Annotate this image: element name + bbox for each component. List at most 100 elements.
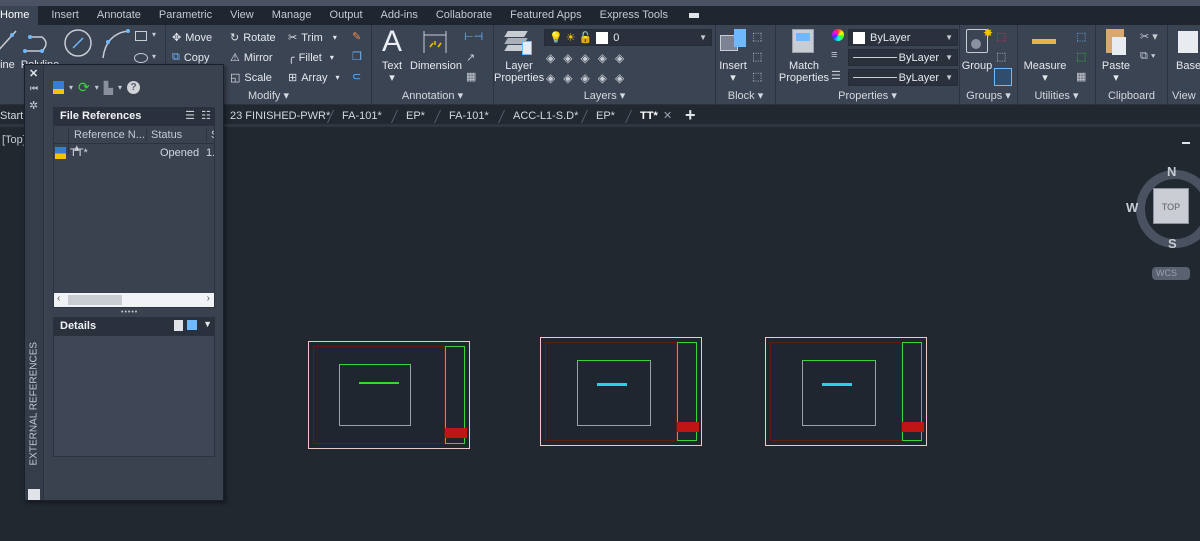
edit-attributes-icon[interactable]: ⬚ [752,70,762,83]
scroll-thumb[interactable] [68,295,122,305]
scroll-right-icon[interactable]: › [207,293,210,304]
layer-unlock-icon[interactable]: ◈ [598,71,607,85]
close-icon[interactable]: ✕ [29,67,38,80]
attach-dwg-icon[interactable] [53,81,64,94]
ellipse-dropdown-icon[interactable]: ▾ [152,52,156,61]
change-path-dropdown-icon[interactable]: ▾ [118,83,122,92]
doc-tab-2[interactable]: FA-101* [342,105,382,127]
layers-panel-title[interactable]: Layers ▾ [494,89,715,103]
doc-tab-4[interactable]: FA-101* [449,105,489,127]
layer-state-icon[interactable]: ◈ [615,51,624,65]
group-icon[interactable]: ✸ [966,26,993,53]
viewcube-west[interactable]: W [1126,200,1138,215]
doc-tab-0[interactable]: Start [0,105,23,127]
measure-button[interactable]: Measure ▾ [1018,60,1072,84]
doc-tab-1[interactable]: 23 FINISHED-PWR* [230,105,330,127]
block-panel-title[interactable]: Block ▾ [716,89,775,103]
attach-dropdown-icon[interactable]: ▾ [69,83,73,92]
group-edit-icon[interactable]: ⬚ [996,50,1006,63]
match-properties-button[interactable]: Match Properties [776,60,832,84]
create-block-icon[interactable]: ⬚ [752,30,762,43]
table-row[interactable]: TT* Opened 1.8 [54,146,214,162]
cut-icon[interactable]: ✂ ▾ [1140,30,1158,43]
calculator-icon[interactable]: ▦ [1076,70,1086,83]
offset-icon[interactable]: ⊂ [352,70,361,83]
select-all-icon[interactable]: ⬚ [1076,50,1086,63]
scroll-left-icon[interactable]: ‹ [57,293,60,304]
array-dropdown-icon[interactable]: ▾ [336,73,340,82]
linear-dimension-icon[interactable]: ⊢⊣ [464,30,483,43]
viewport-label[interactable]: [Top] [2,134,26,146]
column-size[interactable]: S [206,129,214,141]
list-view-icon[interactable]: ☰ [185,109,195,122]
arc-icon[interactable] [100,28,130,60]
layer-off-icon[interactable]: ◈ [580,51,589,65]
copy-clip-icon[interactable]: ⧉ ▾ [1140,50,1156,63]
viewcube-north[interactable]: N [1167,164,1176,179]
layer-properties-icon[interactable] [504,29,532,55]
ribbon-tab-home[interactable]: Home [0,6,39,25]
close-tab-icon[interactable]: ✕ [663,109,672,122]
trim-dropdown-icon[interactable]: ▾ [333,33,337,42]
ribbon-tab-express-tools[interactable]: Express Tools [591,6,677,25]
layer-walk-icon[interactable]: ◈ [615,71,624,85]
clipboard-panel-title[interactable]: Clipboard [1096,89,1167,103]
group-button[interactable]: Group [960,60,994,72]
measure-icon[interactable] [1032,39,1056,44]
layer-lock-tool-icon[interactable]: ◈ [598,51,607,65]
match-properties-icon[interactable] [792,29,814,53]
viewcube-south[interactable]: S [1168,236,1177,251]
layer-match-icon[interactable]: ◈ [563,51,572,65]
circle-icon[interactable] [63,28,93,58]
explode-icon[interactable]: ❒ [352,50,362,63]
base-button[interactable]: Base [1176,60,1200,72]
text-button[interactable]: Text ▾ [378,60,406,84]
rotate-button[interactable]: ↻ Rotate [230,31,276,45]
drawing-sheet-1[interactable] [308,341,470,449]
preview-view-icon[interactable] [187,320,197,330]
layer-isolate-icon[interactable]: ◈ [546,51,555,65]
drawing-sheet-3[interactable] [765,337,927,446]
copy-button[interactable]: ⧉ Copy [172,51,210,64]
doc-tab-3[interactable]: EP* [406,105,425,127]
scale-button[interactable]: ◱ Scale [230,71,272,85]
new-tab-button[interactable]: + [685,105,696,126]
column-status[interactable]: Status [146,129,206,141]
dimension-icon[interactable] [422,29,448,55]
layer-properties-button[interactable]: Layer Properties [494,60,544,84]
ribbon-tab-annotate[interactable]: Annotate [88,6,150,25]
doc-tab-7[interactable]: TT* [640,105,658,127]
paste-icon[interactable] [1106,29,1126,55]
drawing-sheet-2[interactable] [540,337,702,446]
dimension-button[interactable]: Dimension [410,60,462,72]
details-dropdown-icon[interactable]: ▼ [203,319,212,329]
change-path-icon[interactable]: ▙ [104,81,113,95]
doc-tab-6[interactable]: EP* [596,105,615,127]
polyline-icon[interactable] [22,31,54,55]
trim-button[interactable]: ✂ Trim ▾ [288,31,337,45]
erase-icon[interactable]: ✎ [352,30,361,43]
ellipse-icon[interactable] [134,53,148,63]
table-icon[interactable]: ▦ [466,70,476,83]
rectangle-dropdown-icon[interactable]: ▾ [152,30,156,39]
line-button[interactable]: Line [0,59,15,71]
line-icon[interactable] [0,29,20,55]
group-selection-icon[interactable] [994,68,1012,86]
help-icon[interactable]: ? [127,81,141,94]
insert-block-icon[interactable] [720,29,748,53]
linetype-dropdown[interactable]: ByLayer ▼ [848,69,958,86]
ucs-menu[interactable]: WCS [1152,267,1190,280]
paste-button[interactable]: Paste ▾ [1096,60,1136,84]
viewcube-top-face[interactable]: TOP [1153,188,1189,224]
quick-select-icon[interactable]: ⬚ [1076,30,1086,43]
base-view-icon[interactable] [1178,31,1198,53]
annotation-panel-title[interactable]: Annotation ▾ [372,89,493,103]
text-icon[interactable]: A [382,25,402,59]
viewcube[interactable]: N S W TOP [1126,164,1200,252]
groups-panel-title[interactable]: Groups ▾ [960,89,1017,103]
ungroup-icon[interactable]: ⬚ [996,30,1006,43]
fillet-button[interactable]: ╭ Fillet ▾ [288,51,334,65]
ribbon-tab-output[interactable]: Output [321,6,372,25]
ribbon-tab-insert[interactable]: Insert [42,6,88,25]
layer-set-current-icon[interactable]: ◈ [563,71,572,85]
